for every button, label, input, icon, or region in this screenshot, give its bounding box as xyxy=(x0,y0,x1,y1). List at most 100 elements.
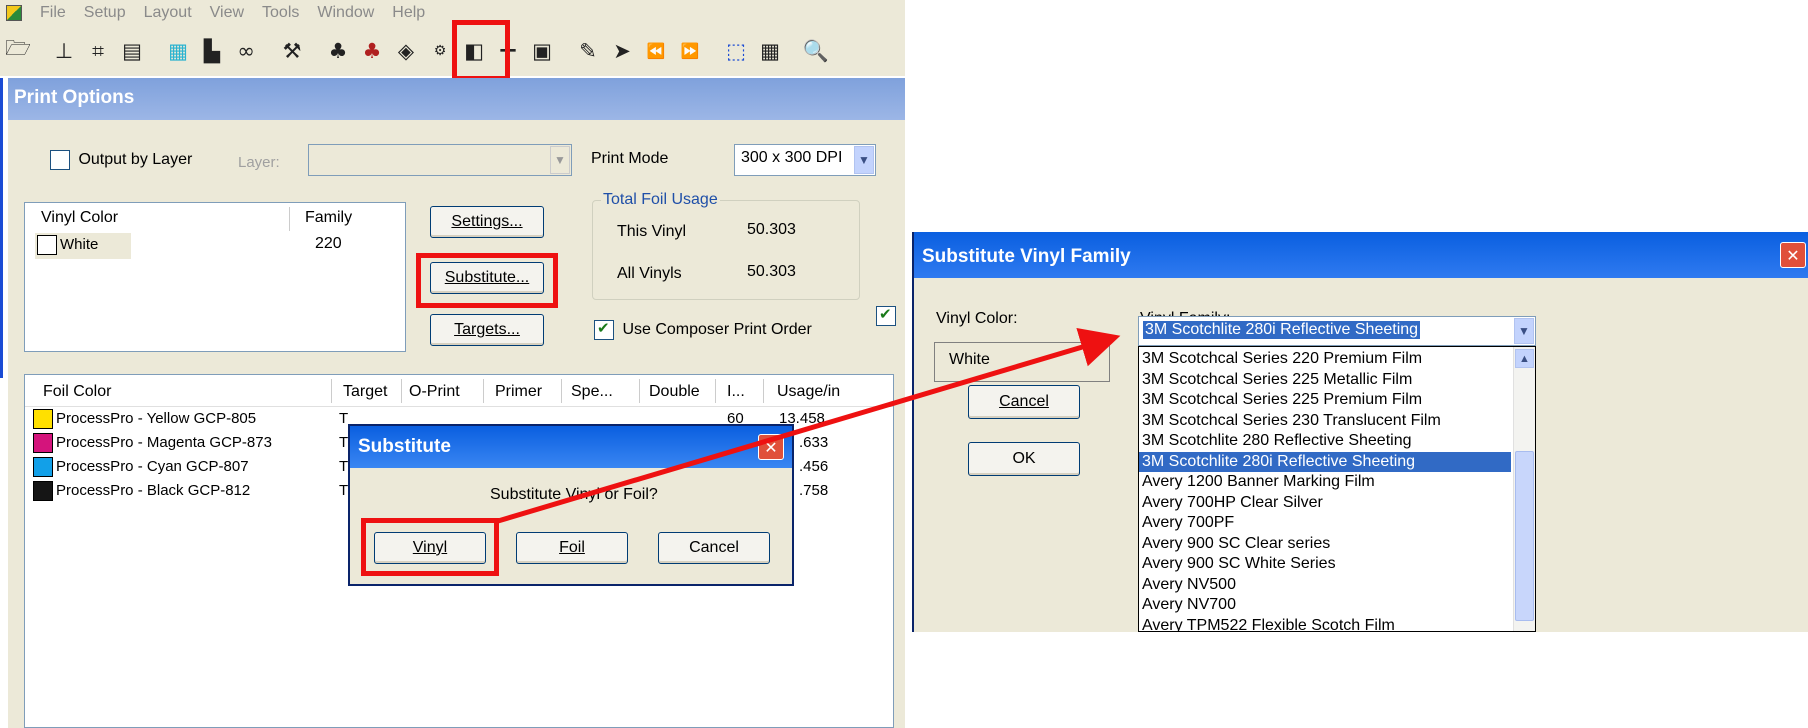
targets-button[interactable]: Targets... xyxy=(430,314,544,346)
menu-tools[interactable]: Tools xyxy=(262,4,299,22)
cursor-icon[interactable]: ➤ xyxy=(608,35,636,67)
oprint-header: O-Print xyxy=(409,383,460,400)
substitute-vinyl-family-dialog: Substitute Vinyl Family ✕ Vinyl Color: W… xyxy=(912,232,1808,632)
menu-setup[interactable]: Setup xyxy=(84,4,126,22)
use-composer-checkbox[interactable] xyxy=(594,319,614,340)
vinyl-button-highlight xyxy=(361,518,499,576)
page-icon[interactable]: ▤ xyxy=(118,35,146,67)
magenta-swatch xyxy=(33,433,53,453)
scroll-thumb[interactable] xyxy=(1515,451,1534,621)
menu-layout[interactable]: Layout xyxy=(144,4,192,22)
this-vinyl-label: This Vinyl xyxy=(617,223,687,240)
svf-ok-button[interactable]: OK xyxy=(968,442,1080,476)
menu-view[interactable]: View xyxy=(210,4,244,22)
list-item[interactable]: 3M Scotchcal Series 225 Premium Film xyxy=(1139,390,1511,411)
vinyl-color-box: White xyxy=(934,342,1110,382)
foil-target: T xyxy=(339,482,349,499)
settings-button[interactable]: Settings... xyxy=(430,206,544,238)
layers-icon[interactable]: ♣ xyxy=(324,35,352,67)
vinyl-row-color: White xyxy=(60,235,99,253)
foil-usage-title: Total Foil Usage xyxy=(601,191,720,209)
menu-help[interactable]: Help xyxy=(392,4,425,22)
double-header: Double xyxy=(649,383,700,400)
app-icon xyxy=(6,5,22,21)
i-header: I... xyxy=(727,383,745,400)
foil-usage: .456 xyxy=(799,458,829,475)
foil-usage-group: Total Foil Usage This Vinyl 50.303 All V… xyxy=(592,191,860,300)
svf-cancel-button[interactable]: Cancel xyxy=(968,385,1080,419)
black-swatch xyxy=(33,481,53,501)
close-icon[interactable]: ✕ xyxy=(1780,242,1806,268)
list-scrollbar[interactable]: ▲ xyxy=(1513,347,1535,631)
output-by-layer[interactable]: Output by Layer xyxy=(50,150,192,170)
primer-header: Primer xyxy=(495,383,543,400)
svf-title: Substitute Vinyl Family xyxy=(914,232,1808,278)
substitute-button-highlight xyxy=(416,253,558,308)
extra-checkbox[interactable] xyxy=(876,305,896,326)
list-item[interactable]: 3M Scotchcal Series 225 Metallic Film xyxy=(1139,370,1511,391)
list-item[interactable]: Avery NV700 xyxy=(1139,595,1511,616)
close-icon[interactable]: ✕ xyxy=(758,434,784,460)
list-item[interactable]: Avery 700HP Clear Silver xyxy=(1139,493,1511,514)
grid-icon[interactable]: ▦ xyxy=(164,35,192,67)
list-item[interactable]: Avery NV500 xyxy=(1139,575,1511,596)
menu-file[interactable]: File xyxy=(40,4,66,22)
table-row[interactable]: White xyxy=(35,233,131,259)
use-composer-order[interactable]: Use Composer Print Order xyxy=(594,319,812,340)
vinyl-list[interactable]: Vinyl Color Family White 220 xyxy=(24,202,406,352)
cancel-button[interactable]: Cancel xyxy=(658,532,770,564)
list-item[interactable]: Avery 700PF xyxy=(1139,513,1511,534)
cyan-swatch xyxy=(33,457,53,477)
foil-target: T xyxy=(339,458,349,475)
tool-icon[interactable]: ⚒ xyxy=(278,35,306,67)
open-icon[interactable]: 🗁 xyxy=(4,35,32,67)
cancel-button-label: Cancel xyxy=(689,539,739,556)
output-by-layer-label: Output by Layer xyxy=(78,151,193,169)
family-header: Family xyxy=(305,209,353,226)
vinyl-row-family: 220 xyxy=(315,235,342,252)
pen-icon[interactable]: ✎ xyxy=(574,35,602,67)
list-item[interactable]: Avery TPM522 Flexible Scotch Film xyxy=(1139,616,1511,632)
distribute-icon[interactable]: ⌗ xyxy=(84,35,112,67)
print-mode-select[interactable]: 300 x 300 DPI ▼ xyxy=(734,144,876,176)
layer-select[interactable]: ▼ xyxy=(308,144,572,176)
foil-target: T xyxy=(339,410,349,427)
list-item[interactable]: 3M Scotchcal Series 230 Translucent Film xyxy=(1139,411,1511,432)
scroll-up-icon[interactable]: ▲ xyxy=(1515,349,1534,368)
panel-icon[interactable]: ▣ xyxy=(528,35,556,67)
all-vinyls-value: 50.303 xyxy=(747,263,796,280)
list-item[interactable]: Avery 1200 Banner Marking Film xyxy=(1139,472,1511,493)
targets-button-label: Targets... xyxy=(454,321,520,338)
print-options-icon-highlight xyxy=(452,20,510,81)
substitute-title: Substitute xyxy=(350,426,792,468)
forward-icon[interactable]: ⏩ xyxy=(676,35,704,67)
glasses-icon[interactable]: ∞ xyxy=(232,35,260,67)
list-item[interactable]: Avery 900 SC White Series xyxy=(1139,554,1511,575)
list-item[interactable]: 3M Scotchlite 280 Reflective Sheeting xyxy=(1139,431,1511,452)
svf-ok-label: OK xyxy=(1012,450,1036,467)
use-composer-label: Use Composer Print Order xyxy=(622,321,812,339)
layers2-icon[interactable]: ♣ xyxy=(358,35,386,67)
fill-icon[interactable]: ▙ xyxy=(198,35,226,67)
foil-button[interactable]: Foil xyxy=(516,532,628,564)
foil-name: ProcessPro - Cyan GCP-807 xyxy=(56,457,249,475)
vinyl-family-list[interactable]: 3M Scotchcal Series 220 Premium Film 3M … xyxy=(1138,346,1536,632)
palette-icon[interactable]: ◈ xyxy=(392,35,420,67)
output-by-layer-checkbox[interactable] xyxy=(50,150,70,170)
menu-window[interactable]: Window xyxy=(317,4,374,22)
zoom-icon[interactable]: 🔍 xyxy=(802,35,830,67)
align-icon[interactable]: ⊥ xyxy=(50,35,78,67)
foil-target: T xyxy=(339,434,349,451)
select-icon[interactable]: ⬚ xyxy=(722,35,750,67)
yellow-swatch xyxy=(33,409,53,429)
vinyl-family-select[interactable]: 3M Scotchlite 280i Reflective Sheeting ▼ xyxy=(1138,316,1536,346)
list-item-selected[interactable]: 3M Scotchlite 280i Reflective Sheeting xyxy=(1139,451,1511,472)
rewind-icon[interactable]: ⏪ xyxy=(642,35,670,67)
list-item[interactable]: Avery 900 SC Clear series xyxy=(1139,534,1511,555)
target-header: Target xyxy=(343,383,388,400)
list-item[interactable]: 3M Scotchcal Series 220 Premium Film xyxy=(1139,349,1511,370)
print-options-icon[interactable]: ⚙ xyxy=(426,35,454,67)
table-icon[interactable]: ▦ xyxy=(756,35,784,67)
layer-label: Layer: xyxy=(238,154,280,171)
vinyl-color-header: Vinyl Color xyxy=(41,209,119,226)
